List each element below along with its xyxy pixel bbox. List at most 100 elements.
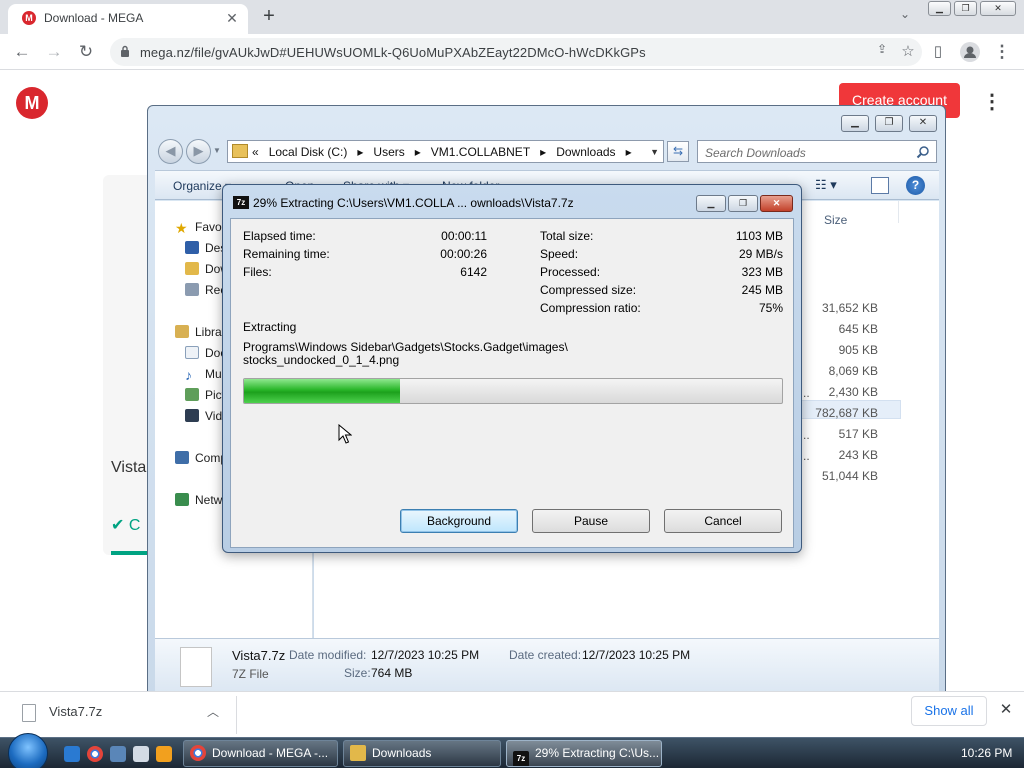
dialog-close-button[interactable]: ✕ (760, 195, 793, 212)
browser-minimize-button[interactable]: ▁ (928, 1, 951, 16)
breadcrumb-downloads[interactable]: Downloads (556, 145, 615, 159)
share-icon[interactable]: ⇪ (872, 42, 892, 62)
address-dropdown-icon[interactable]: ▼ (650, 147, 659, 157)
details-file-type: 7Z File (232, 667, 269, 681)
compressed-size-label: Compressed size: (540, 283, 637, 297)
change-view-icon[interactable]: ☷ ▾ (815, 177, 853, 195)
chrome-icon[interactable] (87, 746, 103, 762)
download-file-name[interactable]: Vista7.7z (49, 704, 102, 719)
dialog-minimize-button[interactable]: ▁ (696, 195, 726, 212)
close-icon[interactable]: ✕ (996, 700, 1016, 720)
bookmark-star-icon[interactable]: ☆ (898, 42, 918, 62)
taskbar: Download - MEGA -... Downloads 7z 29% Ext… (0, 733, 1024, 768)
explorer-refresh-icon[interactable]: ⇆ (667, 141, 689, 162)
compressed-size-value: 245 MB (741, 283, 783, 297)
task-chrome[interactable]: Download - MEGA -... (183, 740, 338, 767)
elapsed-time-label: Elapsed time: (243, 229, 316, 243)
documents-icon (185, 346, 199, 359)
forward-arrow-icon[interactable]: → (42, 40, 66, 64)
file-thumbnail-icon (180, 647, 212, 687)
details-modified-value: 12/7/2023 10:25 PM (371, 648, 480, 662)
breadcrumb-chevron-icon[interactable]: ▸ (626, 145, 632, 159)
details-file-name: Vista7.7z (232, 648, 286, 663)
system-clock[interactable]: 10:26 PM (961, 746, 1012, 760)
tab-close-icon[interactable]: ✕ (224, 10, 240, 26)
total-size-label: Total size: (540, 229, 594, 243)
explorer-minimize-button[interactable]: ▁ (841, 115, 869, 132)
show-all-button[interactable]: Show all (911, 696, 987, 726)
dialog-title: 29% Extracting C:\Users\VM1.COLLA ... ow… (253, 196, 574, 210)
browser-toolbar: ← → ↻ mega.nz/file/gvAUkJwD#UEHUWsUOMLk-… (0, 34, 1024, 70)
side-panel-icon[interactable]: ▯ (926, 40, 950, 64)
extraction-progress-bar (243, 378, 783, 404)
explorer-quicklaunch-icon[interactable] (133, 746, 149, 762)
lock-icon (121, 45, 129, 57)
explorer-back-icon[interactable]: ◀ (158, 139, 183, 164)
breadcrumb-overflow[interactable]: « (252, 145, 259, 159)
explorer-caption-buttons: ▁ ❐ ✕ (841, 115, 939, 133)
current-file-path: Programs\Windows Sidebar\Gadgets\Stocks.… (243, 340, 568, 354)
address-bar[interactable]: mega.nz/file/gvAUkJwD#UEHUWsUOMLk-Q6UoMu… (110, 38, 922, 66)
dialog-maximize-button[interactable]: ❐ (728, 195, 758, 212)
current-file-name: stocks_undocked_0_1_4.png (243, 353, 400, 367)
chrome-icon (190, 745, 206, 761)
chevron-up-icon[interactable]: ︿ (203, 702, 223, 722)
pause-button[interactable]: Pause (532, 509, 650, 533)
file-icon (22, 704, 36, 722)
download-shelf: Vista7.7z ︿ Show all ✕ (0, 691, 1024, 737)
mega-logo[interactable]: M (16, 87, 48, 119)
browser-menu-icon[interactable]: ⋮ (990, 40, 1014, 64)
explorer-address-bar[interactable]: « Local Disk (C:) ▸ Users ▸ VM1.COLLABNET ▸ Dow… (227, 140, 664, 163)
new-tab-button[interactable]: + (258, 6, 280, 28)
profile-avatar-icon[interactable] (958, 40, 982, 64)
details-created-value: 12/7/2023 10:25 PM (582, 648, 691, 662)
remaining-time-label: Remaining time: (243, 247, 330, 261)
cancel-button[interactable]: Cancel (664, 509, 782, 533)
task-explorer[interactable]: Downloads (343, 740, 501, 767)
browser-tab-mega[interactable]: M Download - MEGA ✕ (8, 4, 248, 34)
breadcrumb-chevron-icon[interactable]: ▸ (540, 145, 546, 159)
browser-restore-button[interactable]: ❐ (954, 1, 977, 16)
start-button[interactable] (8, 733, 48, 768)
reload-icon[interactable]: ↻ (74, 40, 98, 64)
tab-title: Download - MEGA (44, 11, 144, 25)
mega-complete-check-icon: ✔ C (111, 517, 141, 534)
recent-pages-dropdown-icon[interactable]: ▼ (213, 146, 221, 155)
sevenzip-progress-dialog: 7z 29% Extracting C:\Users\VM1.COLLA ...… (222, 184, 802, 553)
search-input[interactable]: Search Downloads (697, 140, 937, 163)
task-sevenzip[interactable]: 7z 29% Extracting C:\Us... (506, 740, 662, 767)
breadcrumb-users[interactable]: Users (373, 145, 404, 159)
background-button[interactable]: Background (400, 509, 518, 533)
mega-filename: Vista (111, 459, 147, 476)
back-arrow-icon[interactable]: ← (10, 40, 34, 64)
show-desktop-icon[interactable] (110, 746, 126, 762)
mega-status-text: C (128, 517, 141, 534)
media-player-icon[interactable] (156, 746, 172, 762)
music-icon: ♪ (185, 367, 192, 381)
files-value: 6142 (460, 265, 487, 279)
breadcrumb-user-folder[interactable]: VM1.COLLABNET (431, 145, 530, 159)
internet-explorer-icon[interactable] (64, 746, 80, 762)
mega-menu-icon[interactable]: ⋮ (982, 90, 1002, 114)
remaining-time-value: 00:00:26 (440, 247, 487, 261)
explorer-close-button[interactable]: ✕ (909, 115, 937, 132)
desktop-icon (185, 241, 199, 254)
help-icon[interactable]: ? (906, 176, 925, 195)
browser-close-button[interactable]: ✕ (980, 1, 1016, 16)
explorer-forward-icon[interactable]: ▶ (186, 139, 211, 164)
breadcrumb-local-disk[interactable]: Local Disk (C:) (269, 145, 348, 159)
breadcrumb-chevron-icon[interactable]: ▸ (357, 145, 363, 159)
explorer-maximize-button[interactable]: ❐ (875, 115, 903, 132)
search-icon (916, 146, 929, 159)
preview-pane-icon[interactable] (871, 177, 889, 194)
sevenzip-icon: 7z (513, 751, 529, 766)
column-header-size[interactable]: Size (824, 213, 847, 227)
operation-label: Extracting (243, 320, 297, 334)
progress-bar-fill (244, 379, 401, 403)
tab-search-chevron-icon[interactable]: ⌄ (895, 7, 915, 27)
details-modified-label: Date modified: (289, 648, 367, 662)
breadcrumb: « Local Disk (C:) ▸ Users ▸ VM1.COLLABNET ▸ Dow… (252, 145, 642, 159)
computer-icon (175, 451, 189, 464)
breadcrumb-chevron-icon[interactable]: ▸ (415, 145, 421, 159)
compression-ratio-value: 75% (758, 301, 783, 315)
